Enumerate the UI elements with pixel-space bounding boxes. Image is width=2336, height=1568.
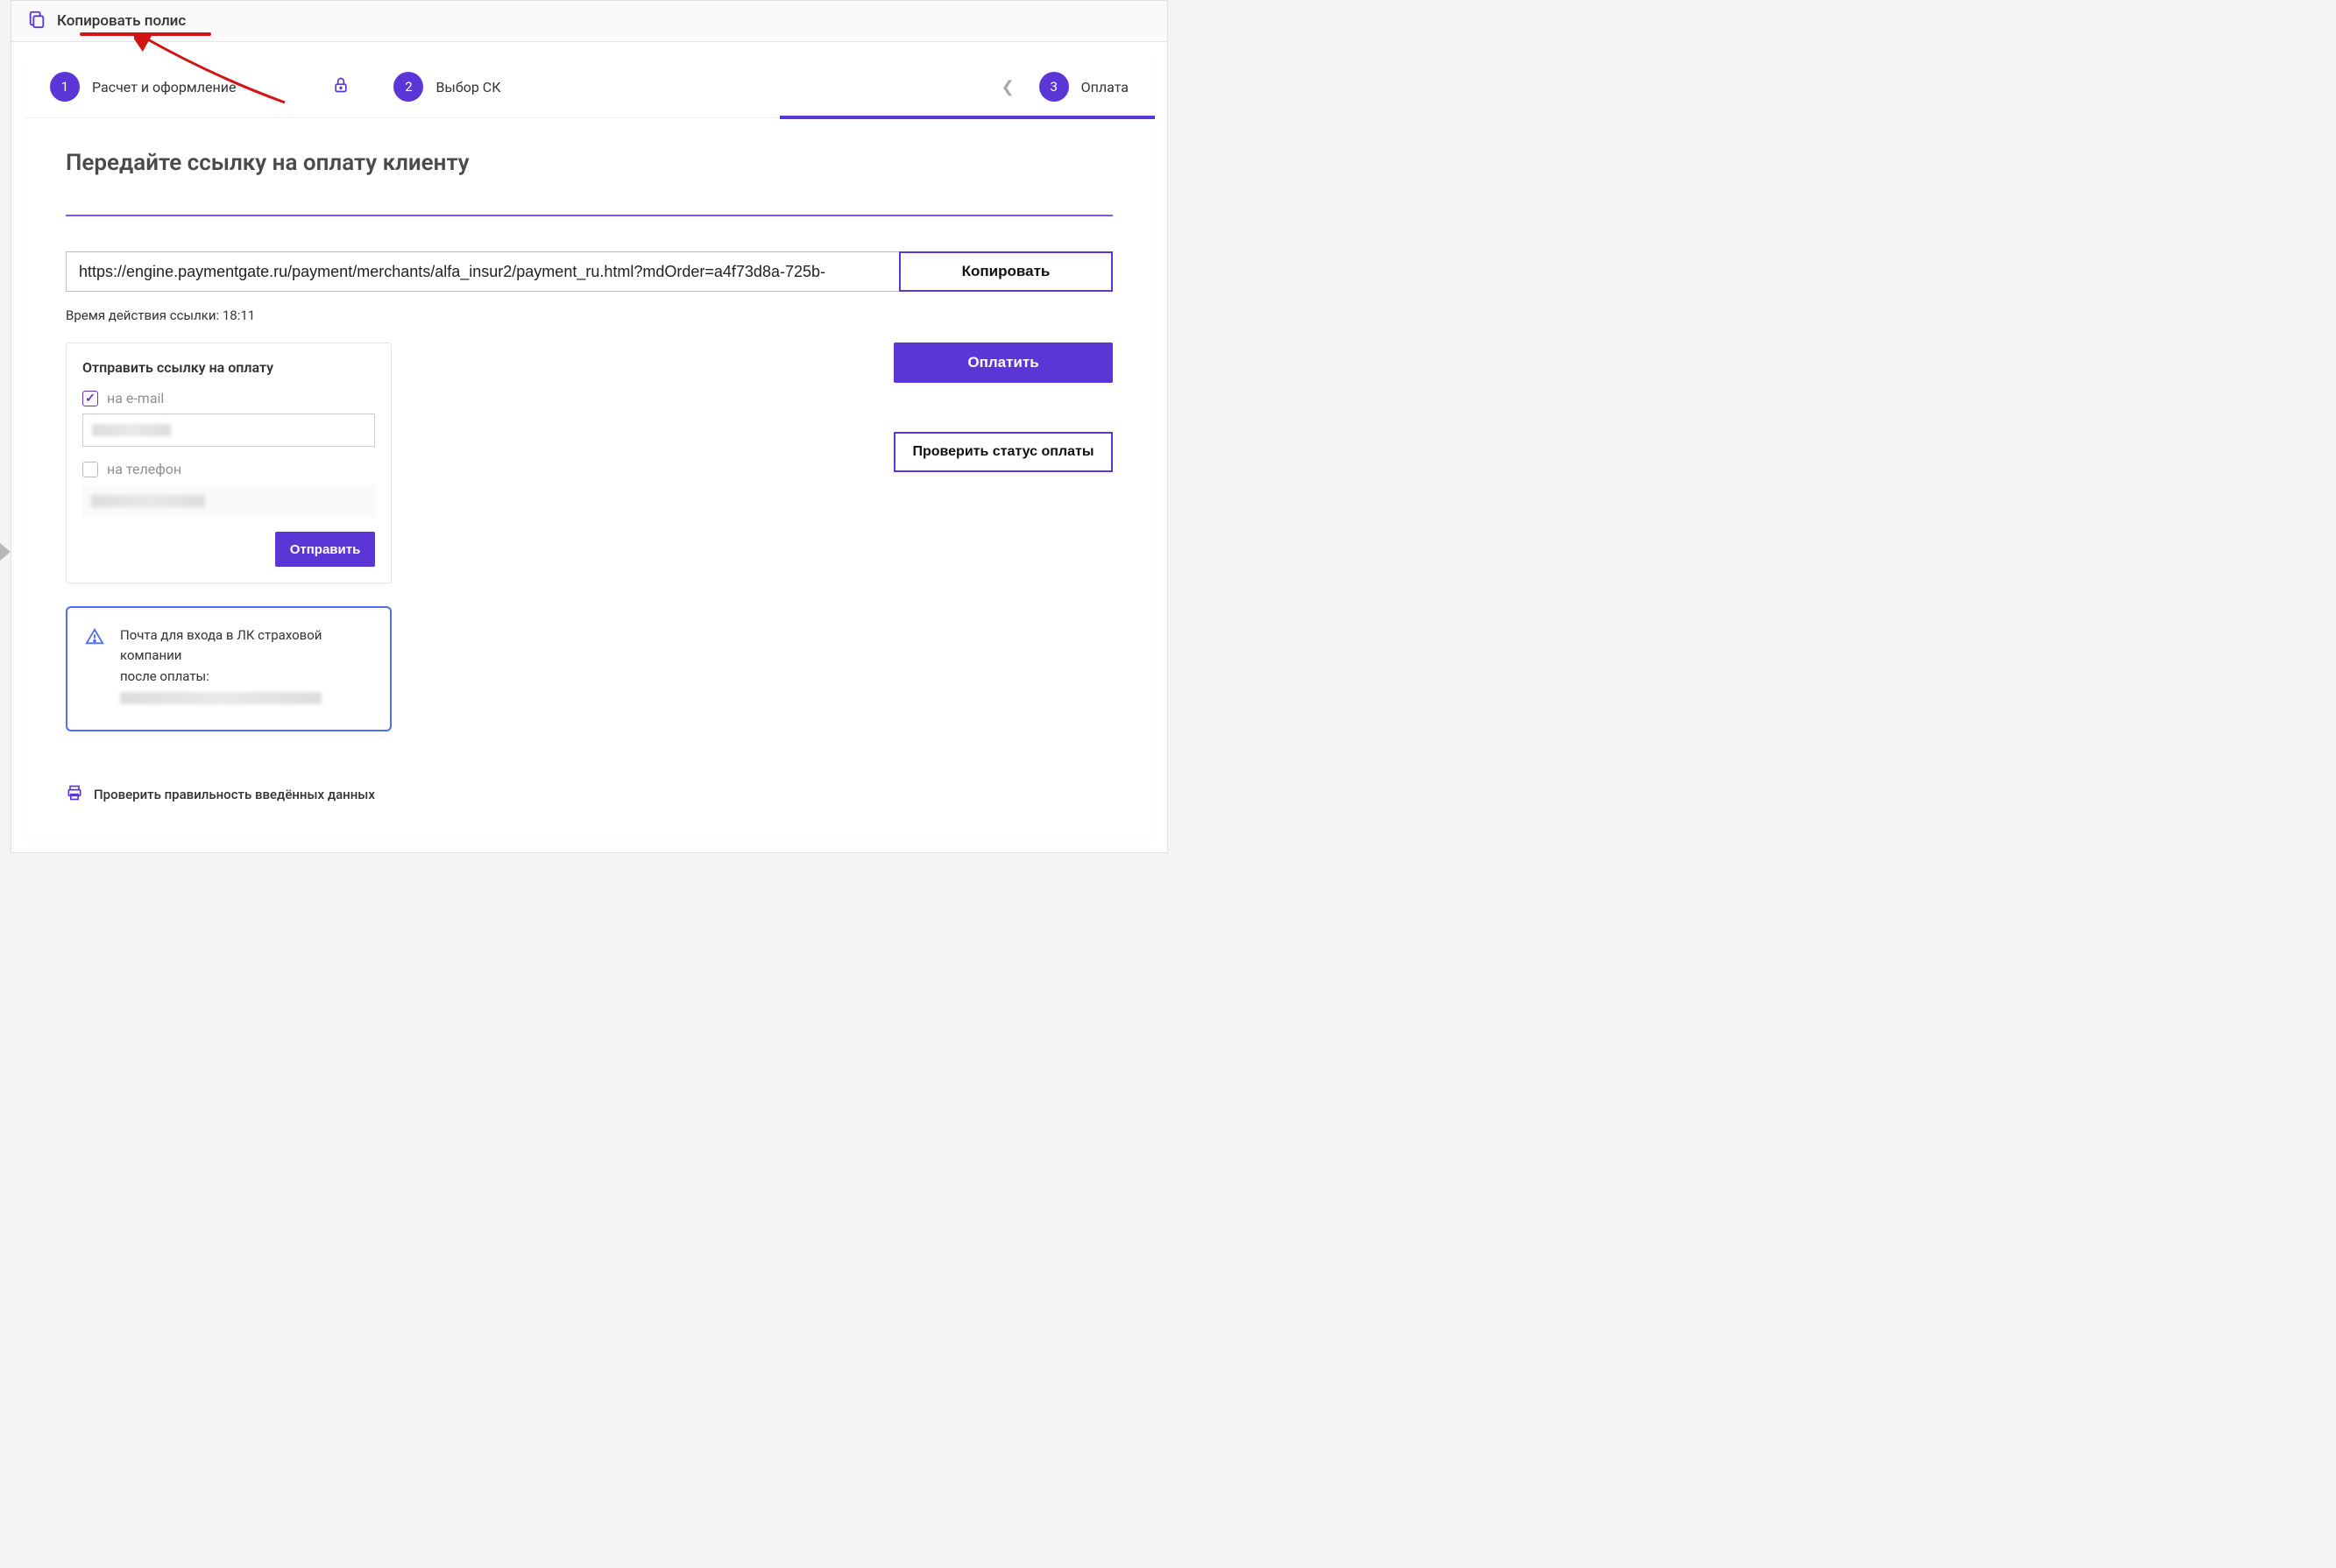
step-3-num: 3 [1039, 72, 1069, 102]
warning-icon [85, 627, 104, 710]
content-area: Передайте ссылку на оплату клиенту Копир… [24, 118, 1155, 840]
pay-button[interactable]: Оплатить [894, 343, 1113, 383]
step-3-label: Оплата [1081, 79, 1129, 95]
copy-icon [27, 10, 46, 32]
info-box: Почта для входа в ЛК страховой компании … [66, 606, 392, 731]
step-3[interactable]: 3 Оплата [1039, 72, 1129, 102]
step-2-num: 2 [393, 72, 423, 102]
copy-policy-link[interactable]: Копировать полис [57, 12, 186, 30]
step-1[interactable]: 1 Расчет и оформление [50, 72, 236, 102]
email-checkbox-label: на e-mail [107, 390, 164, 406]
countdown-time: 18:11 [223, 307, 255, 323]
copy-link-button[interactable]: Копировать [899, 251, 1113, 292]
topbar: Копировать полис [11, 1, 1167, 42]
annotation-underline [80, 32, 211, 36]
divider [66, 215, 1113, 216]
send-link-title: Отправить ссылку на оплату [82, 359, 375, 376]
main-card: 1 Расчет и оформление 2 Выбор СК ❮ 3 Опл… [24, 56, 1155, 840]
send-button[interactable]: Отправить [275, 532, 375, 567]
verify-data-label: Проверить правильность введённых данных [94, 787, 375, 802]
payment-link-input[interactable] [66, 251, 900, 292]
phone-checkbox-label: на телефон [107, 461, 181, 477]
blurred-email-value [92, 424, 171, 436]
page-shell: Копировать полис 1 Расчет и оформление 2… [11, 0, 1168, 853]
active-step-indicator [780, 116, 1155, 119]
collapsed-panel-arrow[interactable] [0, 543, 11, 561]
stepper: 1 Расчет и оформление 2 Выбор СК ❮ 3 Опл… [24, 56, 1155, 118]
email-checkbox[interactable]: ✓ [82, 391, 98, 406]
step-2[interactable]: 2 Выбор СК [393, 72, 500, 102]
countdown-prefix: Время действия ссылки: [66, 307, 223, 323]
blurred-phone-value [91, 495, 205, 507]
info-line-1: Почта для входа в ЛК страховой компании [120, 625, 372, 667]
chevron-left-icon[interactable]: ❮ [1002, 78, 1015, 96]
page-title: Передайте ссылку на оплату клиенту [66, 150, 1113, 176]
print-icon [66, 784, 83, 805]
link-countdown: Время действия ссылки: 18:11 [66, 307, 1113, 323]
step-2-label: Выбор СК [435, 79, 500, 95]
email-input[interactable] [82, 413, 375, 447]
phone-input[interactable] [82, 484, 375, 518]
send-link-box: Отправить ссылку на оплату ✓ на e-mail ✓… [66, 343, 392, 583]
phone-checkbox[interactable]: ✓ [82, 462, 98, 477]
step-1-label: Расчет и оформление [92, 79, 236, 95]
step-1-num: 1 [50, 72, 80, 102]
verify-data-link[interactable]: Проверить правильность введённых данных [66, 784, 1113, 805]
check-status-button[interactable]: Проверить статус оплаты [894, 432, 1113, 472]
payment-link-row: Копировать [66, 251, 1113, 292]
lock-icon [332, 76, 350, 97]
blurred-login-email [120, 692, 322, 704]
info-line-2: после оплаты: [120, 667, 372, 687]
